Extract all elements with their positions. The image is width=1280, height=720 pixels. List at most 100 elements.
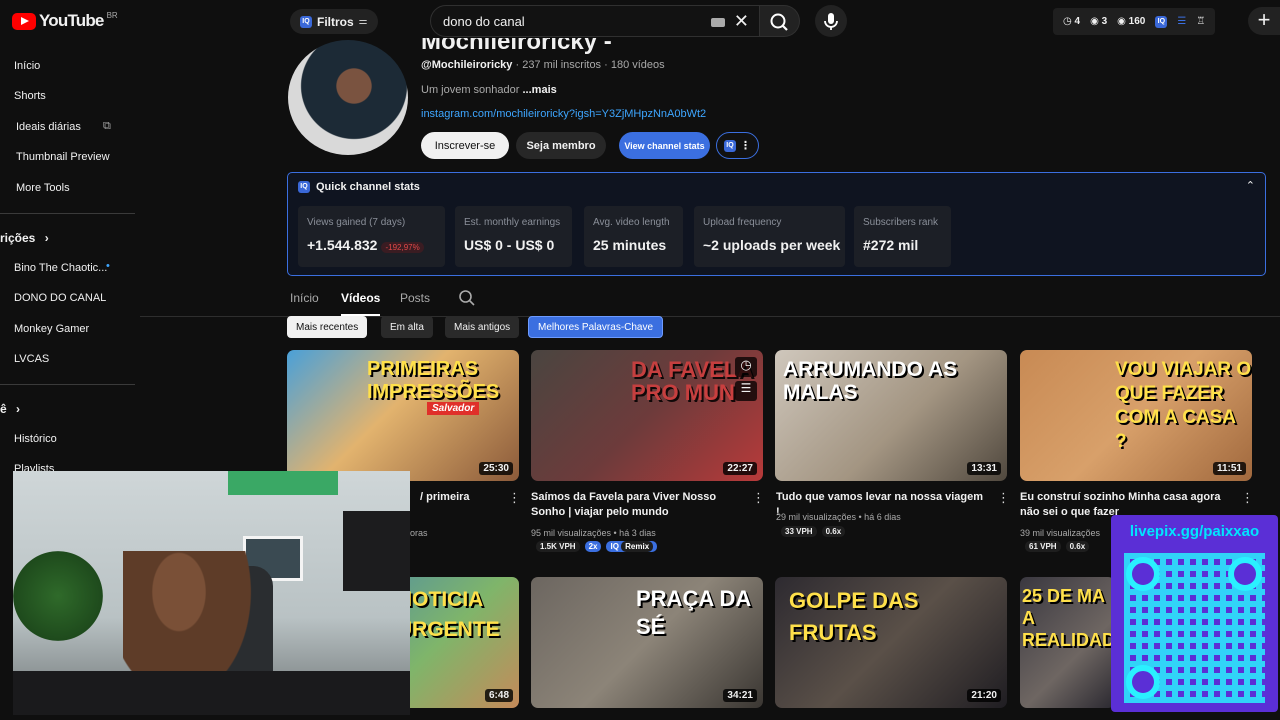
clock-icon: ◷ 4	[1063, 16, 1081, 27]
more-vert-icon[interactable]: ⋮	[1241, 490, 1254, 506]
extension-icon: IQ	[300, 15, 312, 28]
keyboard-icon[interactable]	[711, 18, 725, 27]
you-label: ê	[0, 402, 7, 416]
quick-channel-stats-panel: IQ Quick channel stats ⌃ Views gained (7 …	[287, 172, 1266, 276]
video-vph-pills: 33 VPH 0.6x	[781, 526, 846, 537]
sliders-icon: ⚌	[358, 16, 368, 27]
video-thumbnail[interactable]: DA FAVELA PRO MUN ◷ ☰ 22:27	[531, 350, 763, 481]
channel-description[interactable]: Um jovem sonhador ...mais	[421, 84, 557, 96]
sidebar-sub-dono[interactable]: DONO DO CANAL	[14, 292, 106, 304]
video-thumbnail[interactable]: GOLPE DAS FRUTAS 21:20	[775, 577, 1007, 708]
live-dot-icon: •	[106, 260, 110, 272]
clear-search-icon[interactable]: ✕	[734, 11, 749, 32]
chip-best-keywords[interactable]: Melhores Palavras-Chave	[528, 316, 664, 338]
sidebar-divider	[0, 213, 135, 214]
more-vert-icon[interactable]: ⋮	[997, 490, 1010, 506]
stat-card-views: Views gained (7 days) +1.544.832 -192,97%	[298, 206, 445, 267]
video-thumbnail[interactable]: PRIMEIRAS IMPRESSÕES Salvador 25:30	[287, 350, 519, 481]
sidebar-divider	[0, 384, 135, 385]
sidebar-sub-lvcas[interactable]: LVCAS	[14, 353, 49, 365]
join-button[interactable]: Seja membro	[516, 132, 606, 159]
video-vph-pills: 1.5K VPH 2x IQ Remix	[536, 541, 658, 552]
sidebar-item-label: Ideais diárias	[16, 121, 81, 133]
tab-inicio[interactable]: Início	[290, 291, 319, 305]
channel-avatar[interactable]	[288, 40, 408, 155]
microphone-icon	[824, 13, 838, 30]
sidebar-item-thumbnail-preview[interactable]: Thumbnail Preview	[16, 151, 110, 163]
eye-icon: ◉ 3	[1090, 16, 1108, 27]
qr-finder	[1228, 557, 1262, 591]
you-heading[interactable]: ê ›	[0, 402, 20, 416]
description-more[interactable]: ...mais	[523, 84, 557, 96]
youtube-play-icon	[12, 12, 36, 30]
filters-button[interactable]: IQ Filtros ⚌	[290, 9, 378, 34]
stat-card-frequency: Upload frequency ~2 uploads per week	[694, 206, 845, 267]
thumbnail-text: 25 DE MA A REALIDAD	[1022, 586, 1115, 650]
tab-videos[interactable]: Vídeos	[341, 291, 380, 305]
sidebar-sub-bino[interactable]: Bino The Chaotic... •	[14, 260, 110, 274]
view-channel-stats-button[interactable]: View channel stats	[619, 132, 710, 159]
thumbnail-text: PRIMEIRAS IMPRESSÕES	[367, 358, 500, 403]
stat-value-text: +1.544.832	[307, 237, 378, 253]
stat-label: Est. monthly earnings	[464, 217, 561, 228]
multiplier-pill: 2x	[584, 541, 602, 552]
chip-popular[interactable]: Em alta	[381, 316, 433, 338]
extension-menu-button[interactable]: IQ ⋮	[716, 132, 759, 159]
search-value: dono do canal	[443, 13, 525, 29]
video-duration: 11:51	[1212, 462, 1246, 475]
subscriptions-heading[interactable]: rições ›	[0, 231, 49, 245]
video-thumbnail[interactable]: PRAÇA DA SÉ 34:21	[531, 577, 763, 708]
sidebar-item-shorts[interactable]: Shorts	[14, 90, 46, 102]
trophy-icon[interactable]: ♖	[1196, 16, 1205, 27]
video-thumbnail[interactable]: VOU VIAJAR O QUE FAZER COM A CASA ? 11:5…	[1020, 350, 1252, 481]
channel-link[interactable]: instagram.com/mochileiroricky?igsh=Y3ZjM…	[421, 108, 706, 120]
more-vert-icon[interactable]: ⋮	[508, 490, 521, 506]
chip-oldest[interactable]: Mais antigos	[445, 316, 520, 338]
channel-meta: · 237 mil inscritos · 180 vídeos	[512, 59, 665, 71]
sidebar-item-more-tools[interactable]: More Tools	[16, 182, 70, 194]
thumbnail-text: PRAÇA DA SÉ	[636, 586, 751, 639]
collapse-icon[interactable]: ⌃	[1246, 179, 1255, 192]
extension-stats-bar[interactable]: ◷ 4 ◉ 3 ◉ 160 IQ ☰ ♖	[1053, 8, 1216, 35]
video-thumbnail[interactable]: ARRUMANDO AS MALAS 13:31	[775, 350, 1007, 481]
sidebar-sub-monkey[interactable]: Monkey Gamer	[14, 323, 89, 335]
extension-icon: IQ	[298, 181, 310, 193]
vph-pill: 1.5K VPH	[536, 541, 580, 552]
sidebar-item-inicio[interactable]: Início	[14, 60, 40, 72]
subscriptions-label: rições	[0, 231, 36, 245]
vph-pill: 61 VPH	[1025, 541, 1061, 552]
video-title[interactable]: Saímos da Favela para Viver Nosso Sonho …	[531, 490, 741, 520]
create-button[interactable]: +	[1248, 7, 1280, 35]
filters-label: Filtros	[317, 14, 354, 29]
stat-label: Views gained (7 days)	[307, 217, 406, 228]
multiplier-pill: 0.6x	[821, 526, 846, 537]
channel-handle: @Mochileiroricky	[421, 59, 513, 71]
cam-tv	[343, 511, 410, 591]
stat-label: Subscribers rank	[863, 217, 939, 228]
video-meta: oras	[410, 528, 428, 538]
more-vert-icon[interactable]: ⋮	[752, 490, 765, 506]
video-thumbnail[interactable]: 25 DE MA A REALIDAD	[1020, 577, 1115, 708]
youtube-logo[interactable]: YouTube BR	[12, 11, 118, 31]
extension-icon: IQ	[724, 139, 736, 152]
extension-icon[interactable]: IQ	[1155, 15, 1168, 28]
search-input[interactable]: dono do canal ✕	[430, 5, 760, 37]
sidebar-item-ideas[interactable]: Ideais diárias ⧉	[16, 120, 111, 133]
subscribe-button[interactable]: Inscrever-se	[421, 132, 509, 159]
voice-search-button[interactable]	[815, 5, 847, 37]
remix-pill[interactable]: IQ Remix	[606, 541, 658, 552]
channel-search-icon[interactable]	[458, 289, 476, 307]
stat-value: +1.544.832 -192,97%	[307, 237, 436, 253]
tab-posts[interactable]: Posts	[400, 291, 430, 305]
list-icon[interactable]: ☰	[1177, 16, 1186, 27]
chip-latest[interactable]: Mais recentes	[287, 316, 368, 338]
search-button[interactable]	[760, 5, 800, 37]
search-icon	[770, 13, 788, 31]
sidebar-item-history[interactable]: Histórico	[14, 433, 57, 445]
stat-card-length: Avg. video length 25 minutes	[584, 206, 683, 267]
add-to-queue-icon[interactable]: ☰	[735, 381, 757, 401]
remix-label: Remix	[621, 541, 654, 552]
watch-later-icon[interactable]: ◷	[735, 357, 757, 377]
plus-icon: +	[1257, 7, 1271, 32]
stat-card-earnings: Est. monthly earnings US$ 0 - US$ 0	[455, 206, 572, 267]
